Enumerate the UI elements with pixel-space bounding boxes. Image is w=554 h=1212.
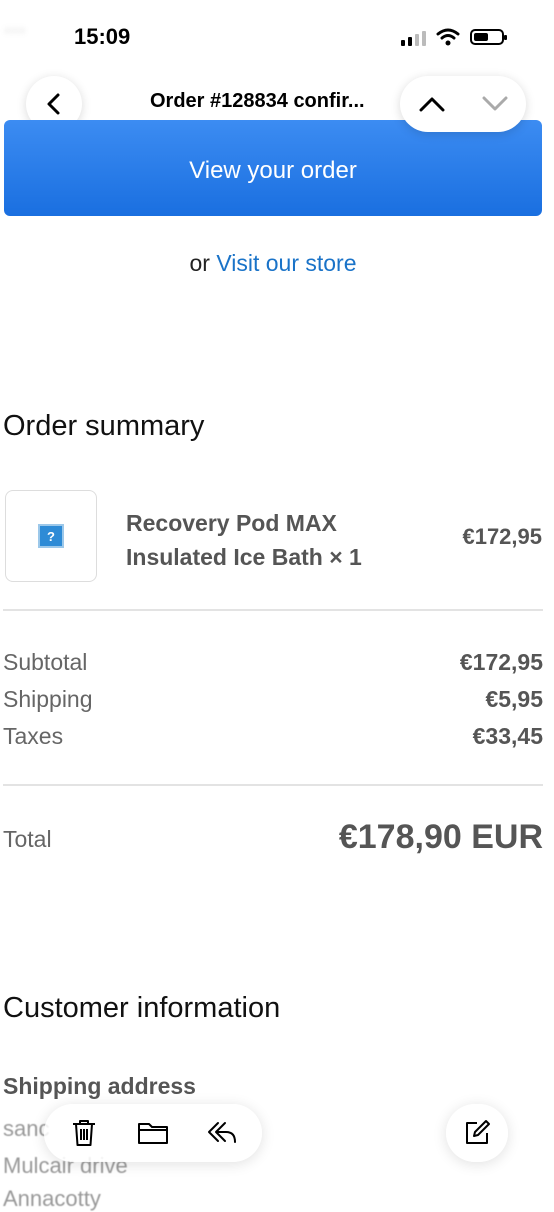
status-time: 15:09 — [74, 24, 131, 49]
shipping-label: Shipping — [3, 686, 93, 712]
chevron-up-icon — [419, 97, 444, 112]
view-order-button[interactable]: View your order — [4, 120, 542, 216]
subtotal-label: Subtotal — [3, 649, 88, 675]
store-line: or Visit our store — [0, 250, 546, 277]
customer-information-title: Customer information — [3, 992, 281, 1024]
compose-button[interactable] — [446, 1104, 508, 1162]
status-icons — [401, 28, 507, 46]
compose-icon — [466, 1120, 490, 1144]
next-message-button[interactable] — [470, 84, 520, 124]
order-summary-title: Order summary — [3, 410, 205, 442]
shipping-address-label: Shipping address — [3, 1073, 196, 1099]
divider — [3, 609, 543, 611]
product-name-line2: Insulated Ice Bath × 1 — [126, 544, 362, 570]
folder-icon — [137, 1123, 168, 1144]
total-label: Total — [3, 826, 52, 852]
shipping-value: €5,95 — [485, 686, 543, 712]
divider — [3, 784, 543, 786]
mail-actions-toolbar — [44, 1104, 262, 1162]
taxes-value: €33,45 — [472, 723, 543, 749]
wifi-icon — [436, 28, 460, 46]
store-prefix: or — [189, 250, 210, 276]
battery-icon — [470, 29, 507, 45]
total-value: €178,90 EUR — [338, 818, 543, 856]
product-price: €172,95 — [462, 524, 542, 549]
address-line: Annacotty — [3, 1186, 101, 1211]
product-name-line1: Recovery Pod MAX — [126, 510, 337, 536]
status-bar: 15:09 — [0, 22, 554, 54]
missing-image-icon: ? — [38, 524, 64, 548]
address-line: sanc — [3, 1116, 50, 1141]
email-subject-title: Order #128834 confir... — [150, 90, 365, 112]
reply-button[interactable] — [200, 1111, 244, 1155]
move-to-folder-button[interactable] — [131, 1111, 175, 1155]
reply-icon — [207, 1122, 236, 1143]
signal-icon — [401, 28, 426, 46]
previous-message-button[interactable] — [407, 84, 457, 124]
product-name: Recovery Pod MAX Insulated Ice Bath × 1 — [126, 506, 416, 574]
chevron-left-icon — [47, 93, 60, 115]
chevron-down-icon — [482, 96, 507, 111]
trash-icon — [73, 1120, 96, 1146]
product-thumbnail[interactable]: ? — [5, 490, 97, 582]
taxes-label: Taxes — [3, 723, 64, 749]
visit-store-link[interactable]: Visit our store — [216, 250, 356, 276]
subtotal-value: €172,95 — [459, 649, 543, 675]
message-navigation — [400, 76, 526, 132]
delete-button[interactable] — [62, 1111, 106, 1155]
